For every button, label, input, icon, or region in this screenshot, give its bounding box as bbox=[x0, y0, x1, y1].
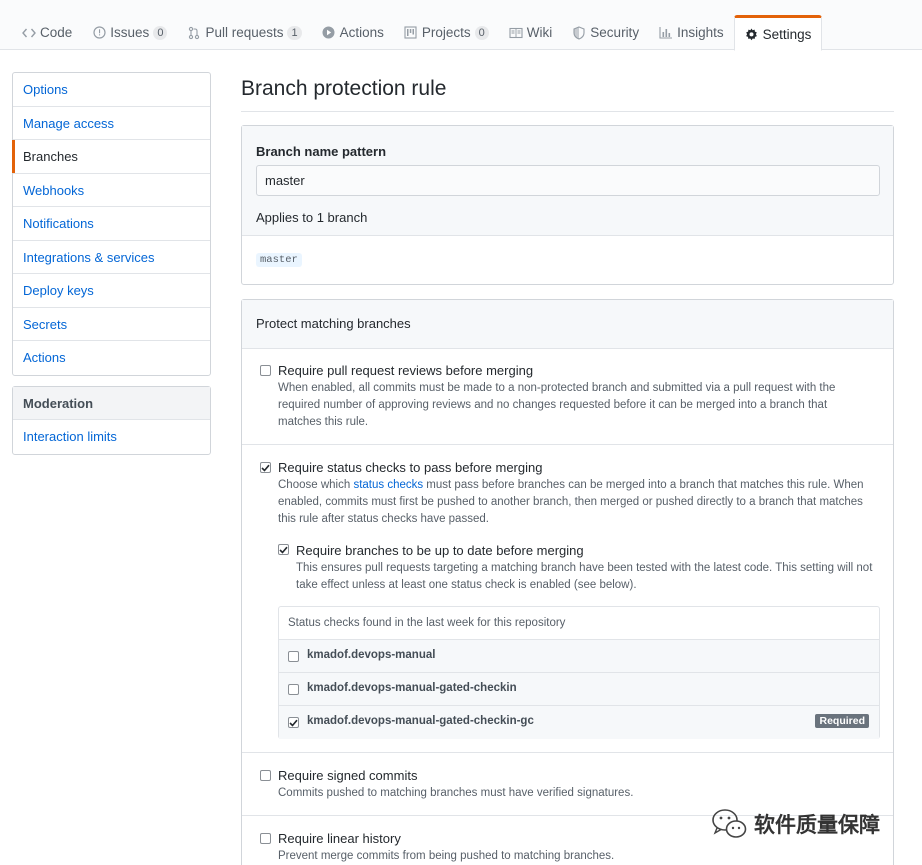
status-check-name: kmadof.devops-manual bbox=[307, 649, 436, 661]
tab-label: Insights bbox=[677, 25, 724, 40]
moderation-sidebar: Moderation Interaction limits bbox=[12, 386, 211, 455]
status-checks-list-heading: Status checks found in the last week for… bbox=[279, 607, 879, 640]
tab-label: Projects bbox=[421, 25, 471, 40]
tab-label: Actions bbox=[339, 25, 384, 40]
tab-wiki[interactable]: Wiki bbox=[499, 15, 563, 50]
shield-icon bbox=[572, 25, 586, 40]
title-divider bbox=[241, 111, 894, 112]
status-check-row: kmadof.devops-manual bbox=[279, 640, 879, 673]
status-checks-list: Status checks found in the last week for… bbox=[278, 606, 880, 739]
gear-icon bbox=[745, 27, 759, 41]
tab-label: Issues bbox=[110, 25, 150, 40]
up-to-date-checkbox[interactable] bbox=[278, 544, 289, 555]
status-check-row: kmadof.devops-manual-gated-checkin-gc Re… bbox=[279, 706, 879, 739]
up-to-date-desc: This ensures pull requests targeting a m… bbox=[296, 562, 873, 591]
status-check-checkbox[interactable] bbox=[288, 717, 299, 728]
graph-icon bbox=[659, 26, 673, 40]
wechat-icon bbox=[712, 809, 747, 838]
status-check-checkbox[interactable] bbox=[288, 684, 299, 695]
sidebar-item-secrets[interactable]: Secrets bbox=[13, 308, 210, 341]
tab-label: Settings bbox=[762, 26, 812, 42]
tab-label: Wiki bbox=[526, 25, 553, 40]
sidebar-item-notifications[interactable]: Notifications bbox=[13, 207, 210, 241]
sidebar-item-manage-access[interactable]: Manage access bbox=[13, 107, 210, 140]
settings-sidebar: Options Manage access Branches Webhooks … bbox=[12, 72, 211, 376]
tab-projects[interactable]: Projects 0 bbox=[394, 15, 499, 50]
watermark-text: 软件质量保障 bbox=[754, 814, 880, 837]
tab-actions[interactable]: Actions bbox=[312, 15, 394, 50]
tab-security[interactable]: Security bbox=[562, 15, 649, 50]
tab-issues[interactable]: Issues 0 bbox=[82, 15, 177, 50]
protect-heading: Protect matching branches bbox=[242, 300, 893, 349]
tab-pull-requests[interactable]: Pull requests 1 bbox=[177, 15, 311, 50]
pr-reviews-desc: When enabled, all commits must be made t… bbox=[278, 382, 836, 428]
sidebar-item-actions[interactable]: Actions bbox=[13, 341, 210, 375]
page-title: Branch protection rule bbox=[241, 77, 447, 100]
repo-nav: Code Issues 0 Pull requests 1 Actions Pr… bbox=[0, 0, 922, 51]
signed-commits-title: Require signed commits bbox=[278, 768, 418, 783]
pr-reviews-checkbox[interactable] bbox=[260, 365, 271, 376]
tab-label: Code bbox=[40, 25, 73, 40]
sidebar-item-branches[interactable]: Branches bbox=[12, 140, 210, 174]
status-checks-title: Require status checks to pass before mer… bbox=[278, 460, 543, 475]
sidebar-item-interaction-limits[interactable]: Interaction limits bbox=[13, 420, 210, 454]
branch-pattern-box: Branch name pattern Applies to 1 branch … bbox=[241, 125, 894, 285]
status-check-name: kmadof.devops-manual-gated-checkin-gc bbox=[307, 715, 534, 727]
sidebar-item-options[interactable]: Options bbox=[13, 73, 210, 107]
code-icon bbox=[22, 26, 36, 40]
projects-count: 0 bbox=[474, 25, 489, 40]
branch-pattern-label: Branch name pattern bbox=[256, 144, 387, 159]
pull-request-icon bbox=[187, 26, 201, 40]
linear-history-title: Require linear history bbox=[278, 831, 401, 846]
pr-reviews-title: Require pull request reviews before merg… bbox=[278, 363, 534, 378]
book-icon bbox=[509, 26, 523, 40]
watermark: 软件质量保障 bbox=[710, 806, 880, 842]
status-check-name: kmadof.devops-manual-gated-checkin bbox=[307, 682, 517, 694]
tab-label: Pull requests bbox=[205, 25, 284, 40]
tab-settings[interactable]: Settings bbox=[733, 15, 823, 51]
signed-commits-checkbox[interactable] bbox=[260, 770, 271, 781]
linear-history-desc: Prevent merge commits from being pushed … bbox=[278, 850, 615, 862]
linear-history-checkbox[interactable] bbox=[260, 833, 271, 844]
sidebar-item-integrations[interactable]: Integrations & services bbox=[13, 241, 210, 274]
repo-tabs: Code Issues 0 Pull requests 1 Actions Pr… bbox=[12, 15, 823, 51]
option-status-checks: Require status checks to pass before mer… bbox=[242, 445, 893, 753]
tab-label: Security bbox=[590, 25, 640, 40]
status-check-row: kmadof.devops-manual-gated-checkin bbox=[279, 673, 879, 706]
tab-code[interactable]: Code bbox=[12, 15, 82, 50]
applies-text: Applies to 1 branch bbox=[256, 210, 368, 225]
issue-icon bbox=[92, 26, 106, 40]
up-to-date-title: Require branches to be up to date before… bbox=[296, 543, 584, 558]
moderation-heading: Moderation bbox=[13, 387, 210, 420]
status-checks-desc: Choose which status checks must pass bef… bbox=[278, 477, 878, 528]
protect-branches-box: Protect matching branches Require pull r… bbox=[241, 299, 894, 865]
project-icon bbox=[404, 26, 418, 40]
play-icon bbox=[322, 26, 336, 40]
signed-commits-desc: Commits pushed to matching branches must… bbox=[278, 787, 634, 799]
branch-pattern-header: Branch name pattern Applies to 1 branch bbox=[242, 126, 893, 236]
matching-branch-chip: master bbox=[256, 253, 302, 267]
option-pr-reviews: Require pull request reviews before merg… bbox=[242, 349, 893, 445]
status-checks-checkbox[interactable] bbox=[260, 462, 271, 473]
required-badge: Required bbox=[815, 714, 869, 728]
pull-requests-count: 1 bbox=[287, 25, 302, 40]
status-desc-pre: Choose which bbox=[278, 479, 354, 491]
branch-pattern-input[interactable] bbox=[256, 165, 880, 196]
issues-count: 0 bbox=[153, 25, 168, 40]
sidebar-item-webhooks[interactable]: Webhooks bbox=[13, 174, 210, 207]
status-checks-link[interactable]: status checks bbox=[353, 479, 423, 491]
sidebar-item-deploy-keys[interactable]: Deploy keys bbox=[13, 274, 210, 308]
status-check-checkbox[interactable] bbox=[288, 651, 299, 662]
tab-insights[interactable]: Insights bbox=[649, 15, 734, 50]
